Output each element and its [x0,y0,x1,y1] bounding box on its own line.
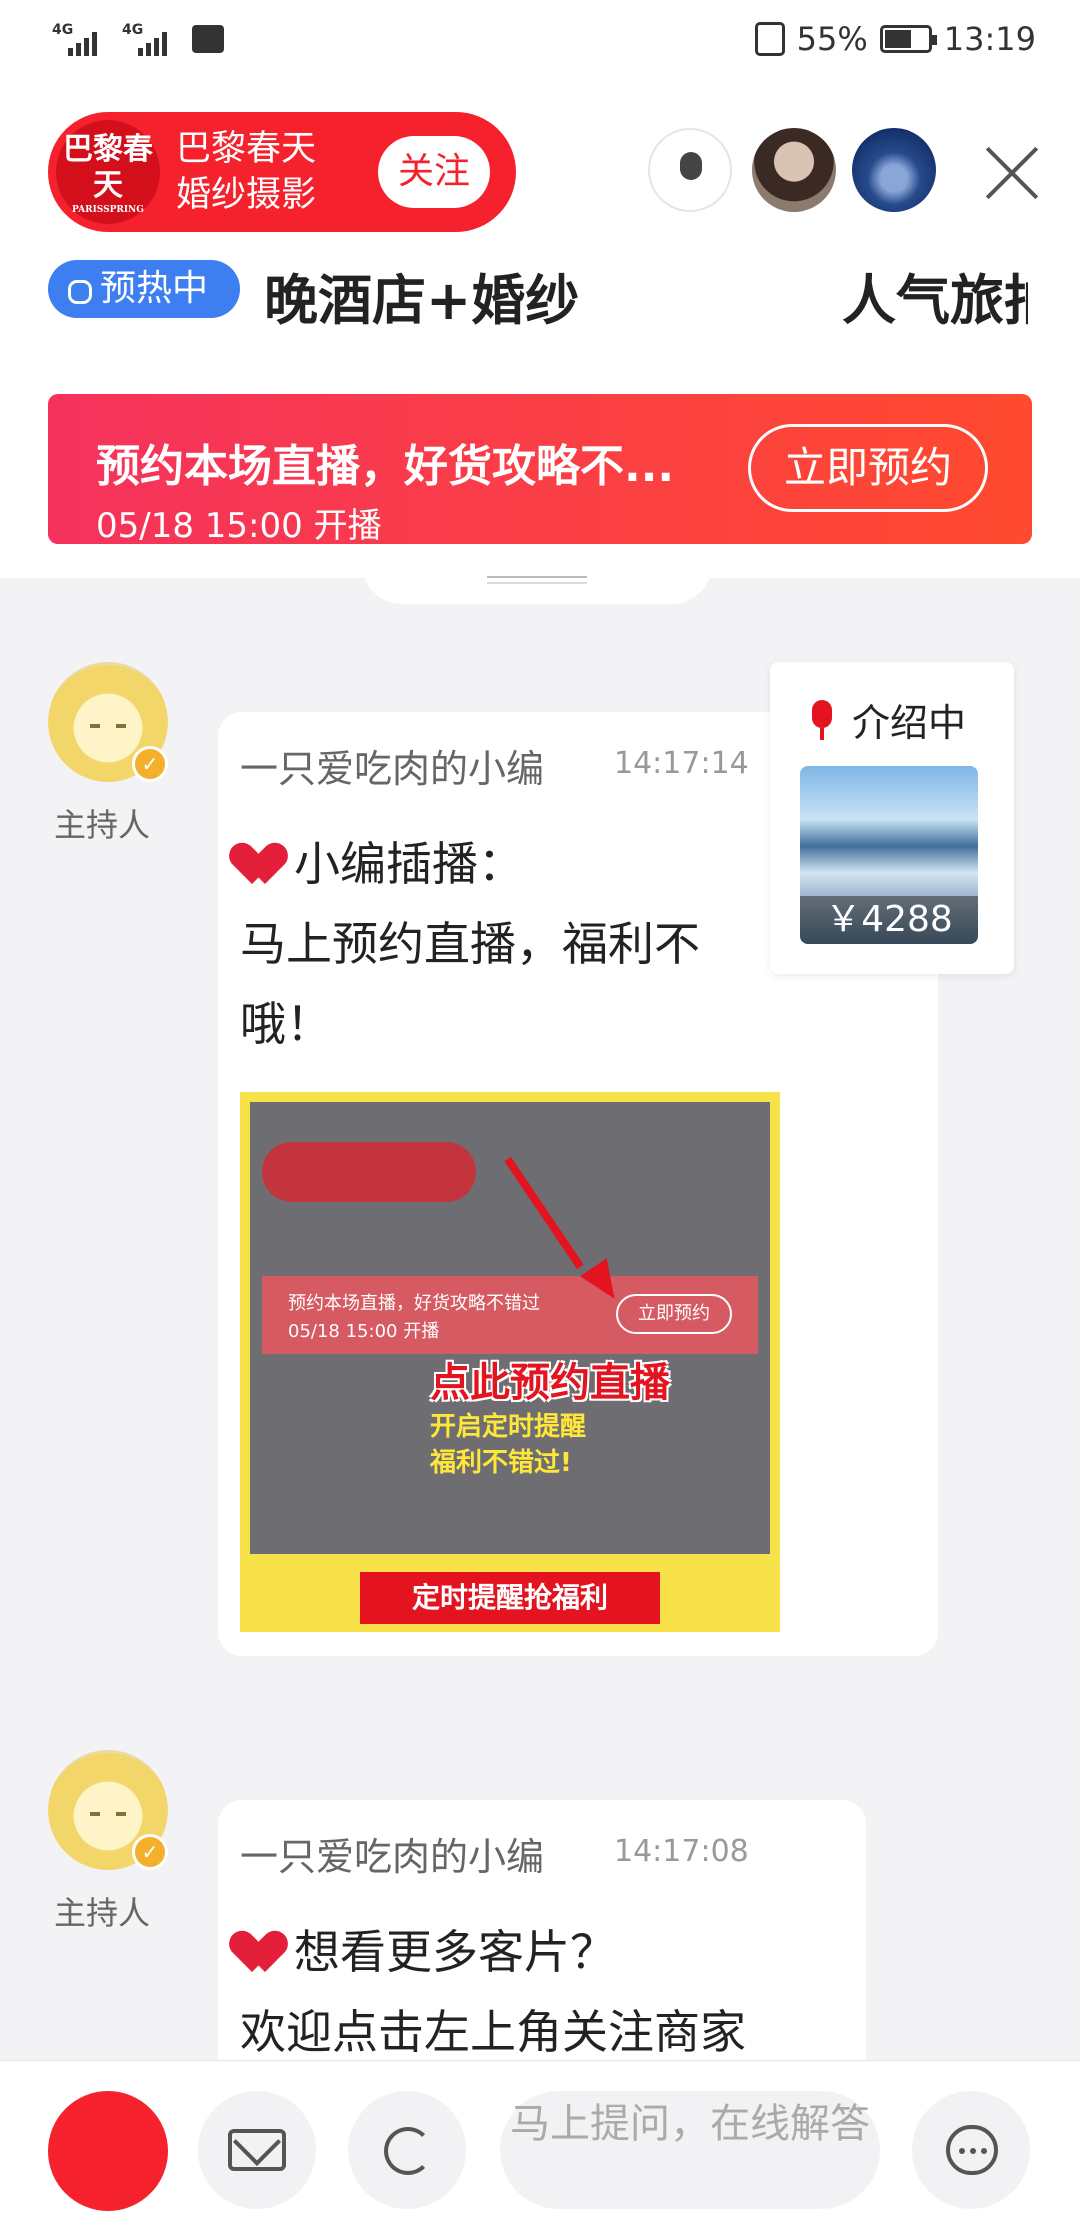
battery-percent: 55% [796,20,868,58]
announcement-marquee: 晚酒店+婚纱 人气旅拍 [264,269,1028,326]
verified-icon: ✓ [132,1834,168,1870]
author-name: 一只爱吃肉的小编 [240,1835,545,1879]
share-button[interactable] [348,2091,466,2209]
signal-icon: 4G [122,22,176,56]
status-bar: 4G 4G 55% 13:19 [0,0,1080,80]
preheat-badge: 预热中 [48,260,240,318]
message-time: 14:17:14 [614,746,749,781]
shop-pill[interactable]: 巴黎春天 PARISSPRING 巴黎春天 婚纱摄影 关注 [48,112,516,232]
microphone-icon [810,700,834,740]
message-text: 小编插播： 马上预约直播，福利不 哦！ [240,836,700,1051]
message-button[interactable] [198,2091,316,2209]
promo-ribbon: 定时提醒抢福利 [360,1572,660,1624]
viewer-avatar[interactable] [752,128,836,212]
mail-icon [228,2129,286,2171]
heart-icon [240,836,290,886]
avatar[interactable]: ✓ [48,1750,168,1870]
intro-label: 介绍中 [852,701,967,745]
product-intro-card[interactable]: 介绍中 ￥4288 [770,662,1014,974]
comment-button[interactable] [912,2091,1030,2209]
vibrate-icon [754,22,785,56]
viewer-avatar[interactable] [648,128,732,212]
promo-line: 福利不错过! [430,1448,572,1478]
reserve-title: 预约本场直播，好货攻略不... [96,441,675,492]
author-name: 一只爱吃肉的小编 [240,747,545,791]
product-image[interactable]: ￥4288 [800,766,978,944]
shop-logo: 巴黎春天 PARISSPRING [56,120,160,224]
shop-name: 巴黎春天 婚纱摄影 [176,129,317,215]
follow-button[interactable]: 关注 [378,136,490,208]
activity-icon [192,25,224,53]
message-time: 14:17:08 [614,1834,749,1869]
signal-icon: 4G [52,22,106,56]
ask-input[interactable]: 马上提问，在线解答 [500,2091,880,2209]
bottom-bar: 马上提问，在线解答 [0,2060,1080,2240]
avatar[interactable]: ✓ [48,662,168,782]
message-bubble: 一只爱吃肉的小编 14:17:08 想看更多客片？ 欢迎点击左上角关注商家 [218,1800,866,2100]
promo-image[interactable]: 预约本场直播，好货攻略不错过 05/18 15:00 开播 立即预约 点此预约直… [240,1092,780,1632]
verified-icon: ✓ [132,746,168,782]
viewer-avatar[interactable] [852,128,936,212]
reserve-banner[interactable]: 预约本场直播，好货攻略不... 05/18 15:00 开播 立即预约 [48,394,1032,544]
battery-icon [879,25,937,53]
live-header: 巴黎春天 PARISSPRING 巴黎春天 婚纱摄影 关注 预热中 晚酒店+婚纱… [0,80,1080,578]
close-icon[interactable] [980,140,1044,204]
heart-icon [240,1924,290,1974]
gift-button[interactable] [48,2091,168,2211]
drawer-handle[interactable] [362,548,712,604]
chat-icon [946,2125,998,2175]
host-label: 主持人 [54,1894,151,1932]
clock: 13:19 [943,20,1036,58]
host-label: 主持人 [54,806,151,844]
promo-cta: 点此预约直播 [430,1360,670,1406]
product-price: ￥4288 [800,896,978,944]
share-icon [384,2127,432,2175]
reserve-button[interactable]: 立即预约 [748,424,988,512]
promo-line: 开启定时提醒 [430,1412,587,1442]
reserve-time: 05/18 15:00 开播 [96,506,382,544]
message-text: 想看更多客片？ 欢迎点击左上角关注商家 [240,1924,746,2059]
